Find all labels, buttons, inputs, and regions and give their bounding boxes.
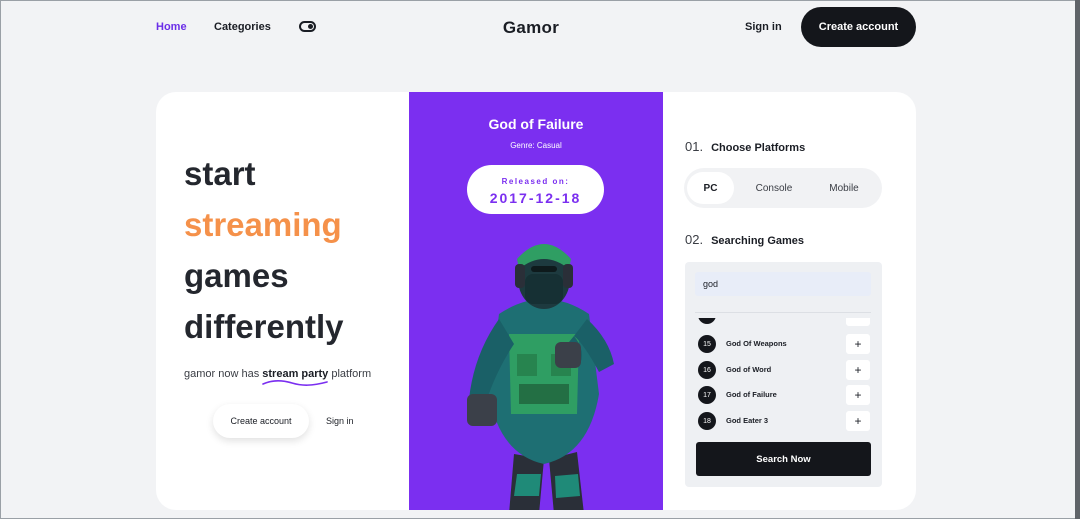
- tagline-highlight: stream party: [262, 368, 328, 386]
- platform-mobile-tab[interactable]: Mobile: [819, 172, 869, 204]
- featured-game-genre: Genre: Casual: [510, 141, 562, 150]
- add-game-button[interactable]: [846, 318, 870, 326]
- searching-games-heading: 02. Searching Games: [685, 232, 804, 247]
- add-game-button[interactable]: +: [846, 385, 870, 405]
- result-number-badge: 16: [698, 361, 716, 379]
- step-number-2: 02.: [685, 232, 704, 247]
- platform-pc-tab[interactable]: PC: [687, 172, 734, 204]
- release-label: Released on:: [501, 177, 570, 186]
- hero-tagline: gamor now has stream party platform: [184, 368, 372, 386]
- add-game-button[interactable]: +: [846, 360, 870, 380]
- headline-line-2: streaming: [184, 206, 342, 243]
- game-search-box: 15 God Of Weapons + 16 God of Word + 17 …: [685, 262, 882, 487]
- search-result-item[interactable]: 16 God of Word +: [698, 360, 870, 380]
- result-number-badge: [698, 318, 716, 324]
- nav-create-account-button[interactable]: Create account: [801, 7, 916, 47]
- headline-line-4: differently: [184, 308, 344, 345]
- top-nav: Home Categories Gamor Sign in Create acc…: [1, 1, 1076, 53]
- result-game-name: God of Failure: [726, 390, 777, 399]
- tagline-suffix: platform: [328, 368, 372, 380]
- choose-platforms-title: Choose Platforms: [711, 142, 806, 154]
- search-result-item[interactable]: 18 God Eater 3 +: [698, 411, 870, 431]
- search-panel: 01. Choose Platforms PC Console Mobile 02…: [663, 92, 916, 510]
- hero-left-panel: start streaming games differently gamor …: [156, 92, 409, 510]
- platform-selector: PC Console Mobile: [684, 168, 882, 208]
- release-date: 2017-12-18: [489, 190, 582, 206]
- result-game-name: God Of Weapons: [726, 339, 787, 348]
- squiggle-underline-icon: [262, 380, 329, 386]
- result-number-badge: 18: [698, 412, 716, 430]
- search-now-button[interactable]: Search Now: [696, 442, 871, 476]
- search-divider: [695, 312, 871, 313]
- search-result-item[interactable]: 15 God Of Weapons +: [698, 334, 870, 354]
- result-number-badge: 17: [698, 386, 716, 404]
- headline-line-3: games: [184, 257, 289, 294]
- hero-headline: start streaming games differently: [184, 148, 344, 352]
- game-character-illustration: [467, 244, 614, 510]
- release-badge: Released on: 2017-12-18: [467, 165, 604, 214]
- hero-card: start streaming games differently gamor …: [156, 92, 916, 510]
- hero-create-account-button[interactable]: Create account: [213, 404, 309, 438]
- featured-game-panel: God of Failure Genre: Casual Released on…: [409, 92, 663, 510]
- window-scrollbar[interactable]: [1075, 0, 1080, 519]
- result-game-name: God Eater 3: [726, 416, 769, 425]
- add-game-button[interactable]: +: [846, 411, 870, 431]
- choose-platforms-heading: 01. Choose Platforms: [685, 139, 805, 154]
- searching-games-title: Searching Games: [711, 235, 805, 247]
- search-result-partial: [698, 318, 870, 326]
- headline-line-1: start: [184, 155, 256, 192]
- featured-game-title: God of Failure: [488, 116, 584, 132]
- platform-console-tab[interactable]: Console: [744, 172, 804, 204]
- nav-sign-in-link[interactable]: Sign in: [745, 21, 782, 33]
- step-number-1: 01.: [685, 139, 704, 154]
- search-result-item[interactable]: 17 God of Failure +: [698, 385, 870, 405]
- page: Home Categories Gamor Sign in Create acc…: [0, 0, 1075, 519]
- result-game-name: God of Word: [726, 365, 772, 374]
- add-game-button[interactable]: +: [846, 334, 870, 354]
- hero-sign-in-button[interactable]: Sign in: [326, 416, 354, 426]
- tagline-prefix: gamor now has: [184, 368, 263, 380]
- result-number-badge: 15: [698, 335, 716, 353]
- game-search-input[interactable]: [695, 272, 871, 296]
